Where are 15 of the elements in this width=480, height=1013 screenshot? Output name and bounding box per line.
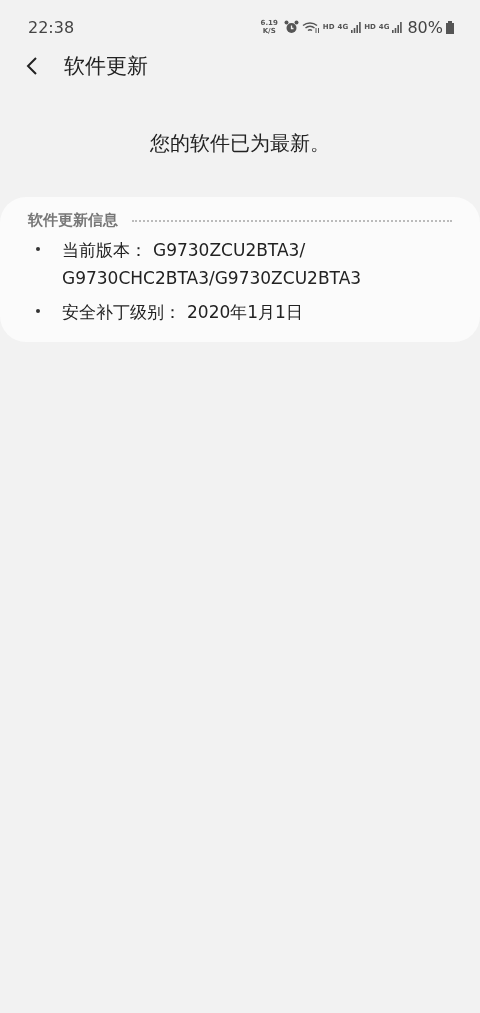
wifi-icon <box>301 20 320 34</box>
status-message: 您的软件已为最新。 <box>149 130 331 157</box>
page-title: 软件更新 <box>64 53 148 80</box>
info-text: 安全补丁级别： 2020年1月1日 <box>62 301 304 324</box>
status-time: 22:38 <box>28 17 75 37</box>
bullet-icon <box>36 309 40 313</box>
signal-icon <box>351 21 362 33</box>
battery-percent: 80% <box>407 17 443 37</box>
signal-icon <box>392 21 403 33</box>
bullet-icon <box>36 247 40 251</box>
info-text: 当前版本： G9730ZCU2BTA3/G9730CHC2BTA3/G9730ZCU2BTA3 <box>62 239 363 290</box>
alarm-icon <box>283 20 299 34</box>
battery-icon <box>446 20 454 34</box>
back-icon <box>26 56 38 76</box>
section-title: 软件更新信息 <box>28 211 118 230</box>
